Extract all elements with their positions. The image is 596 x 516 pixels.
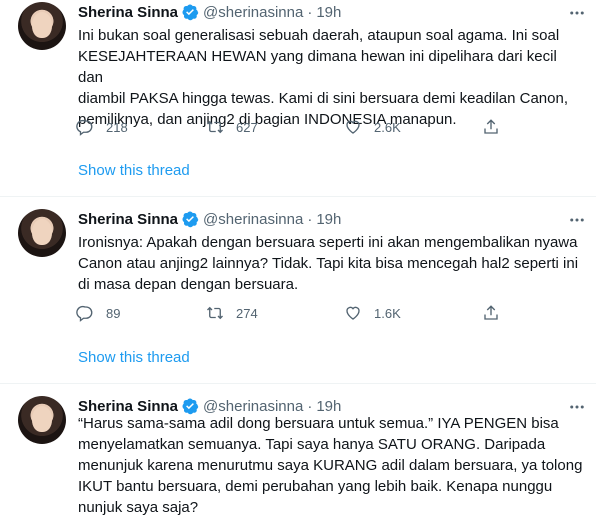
author-handle[interactable]: @sherinasinna (203, 398, 303, 415)
more-icon[interactable] (566, 2, 588, 24)
avatar[interactable] (18, 209, 66, 257)
tweet[interactable]: Sherina Sinna @sherinasinna · 19h Ironis… (0, 197, 596, 380)
like-count: 1.6K (374, 305, 401, 321)
tweet-header: Sherina Sinna @sherinasinna · 19h (78, 2, 341, 22)
show-thread-link[interactable]: Show this thread (78, 349, 190, 366)
verified-badge-icon (182, 211, 199, 228)
share-icon (484, 119, 498, 134)
retweet-button[interactable]: 627 (206, 116, 258, 138)
separator: · (307, 397, 313, 415)
show-thread-link[interactable]: Show this thread (78, 162, 190, 179)
tweet-text: Ironisnya: Apakah dengan bersuara sepert… (78, 234, 579, 293)
author-handle[interactable]: @sherinasinna (203, 211, 303, 228)
share-icon (484, 305, 498, 320)
tweet-actions: 218 627 2.6K (76, 116, 506, 138)
timestamp[interactable]: 19h (316, 398, 341, 415)
separator: · (307, 210, 313, 228)
retweet-count: 627 (236, 119, 258, 135)
reply-icon (76, 305, 93, 322)
retweet-icon (207, 306, 223, 320)
author-name[interactable]: Sherina Sinna (78, 211, 178, 228)
reply-button[interactable]: 89 (76, 302, 120, 324)
separator: · (307, 3, 313, 21)
author-name[interactable]: Sherina Sinna (78, 4, 178, 21)
author-handle[interactable]: @sherinasinna (203, 4, 303, 21)
tweet[interactable]: Sherina Sinna @sherinasinna · 19h Ini bu… (0, 0, 596, 192)
tweet-text: Ini bukan soal generalisasi sebuah daera… (78, 27, 568, 128)
reply-button[interactable]: 218 (76, 116, 128, 138)
tweet-actions: 89 274 1.6K (76, 302, 506, 324)
like-count: 2.6K (374, 119, 401, 135)
avatar[interactable] (18, 396, 66, 444)
avatar[interactable] (18, 2, 66, 50)
reply-count: 218 (106, 119, 128, 135)
reply-icon (76, 119, 93, 136)
share-button[interactable] (482, 116, 500, 138)
timestamp[interactable]: 19h (316, 4, 341, 21)
retweet-icon (207, 120, 223, 134)
more-icon[interactable] (566, 209, 588, 231)
verified-badge-icon (182, 4, 199, 21)
timestamp[interactable]: 19h (316, 211, 341, 228)
tweet-text: “Harus sama-sama adil dong bersuara untu… (78, 415, 583, 516)
retweet-count: 274 (236, 305, 258, 321)
tweet-header: Sherina Sinna @sherinasinna · 19h (78, 209, 341, 229)
reply-count: 89 (106, 305, 121, 321)
like-button[interactable]: 2.6K (344, 116, 401, 138)
tweet[interactable]: Sherina Sinna @sherinasinna · 19h “Harus… (0, 384, 596, 516)
like-icon (346, 306, 360, 320)
retweet-button[interactable]: 274 (206, 302, 258, 324)
like-button[interactable]: 1.6K (344, 302, 401, 324)
author-name[interactable]: Sherina Sinna (78, 398, 178, 415)
share-button[interactable] (482, 302, 500, 324)
like-icon (346, 120, 360, 134)
